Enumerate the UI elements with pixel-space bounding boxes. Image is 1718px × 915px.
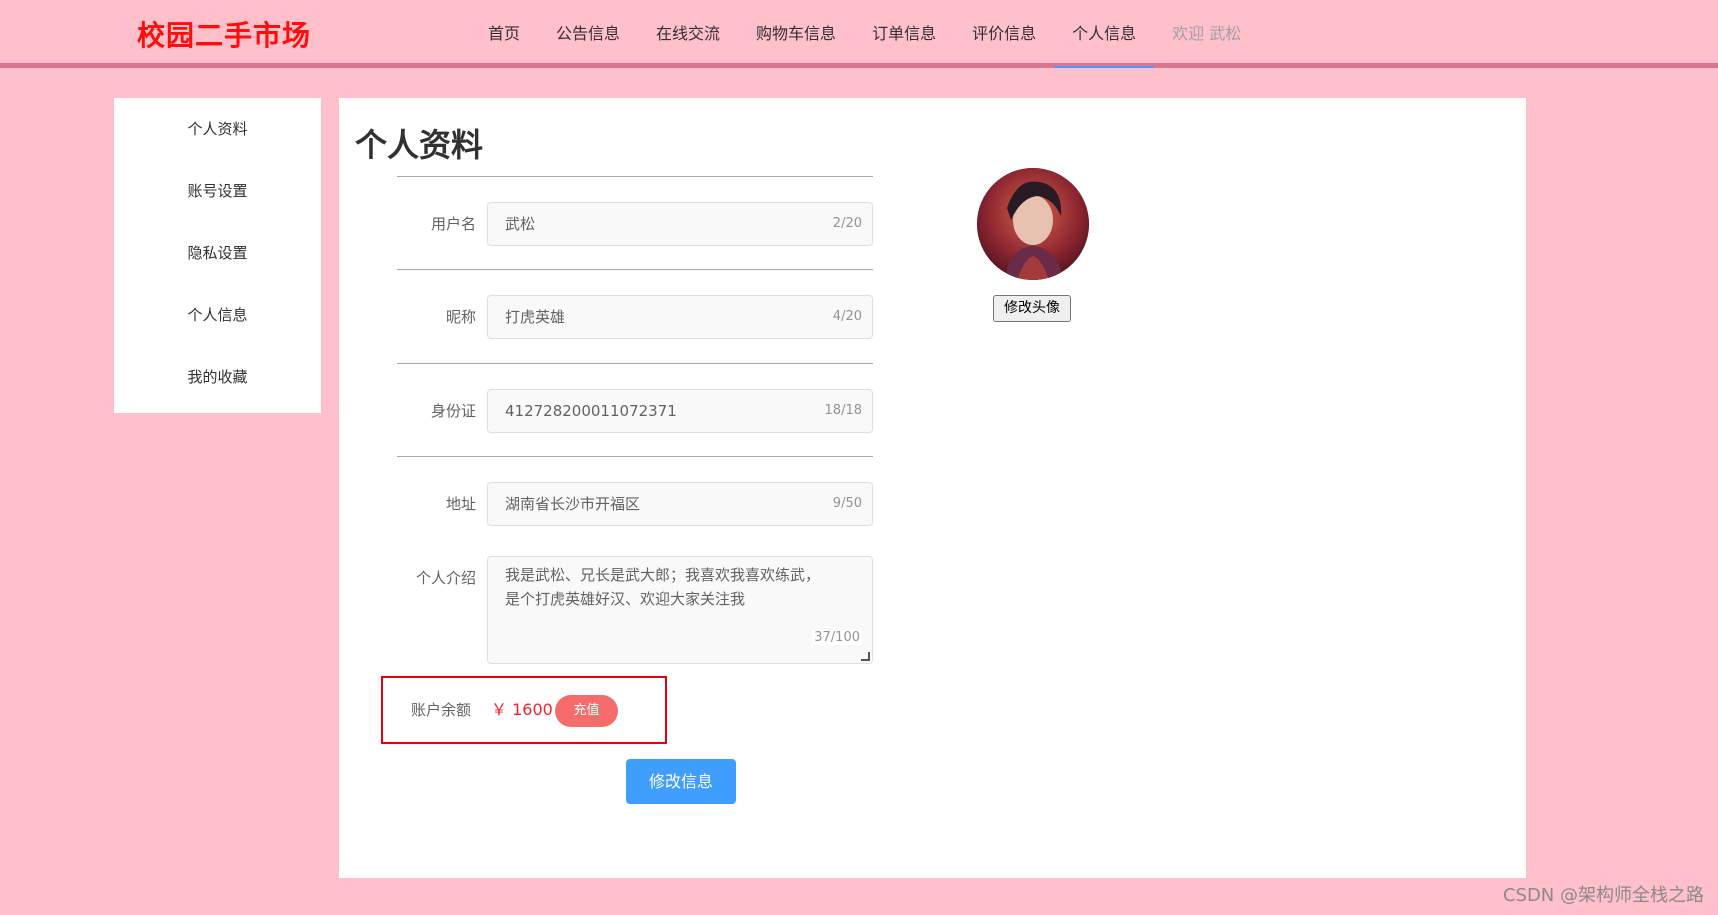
user-avatar	[977, 168, 1089, 280]
intro-char-count: 37/100	[812, 630, 862, 645]
intro-label: 个人介绍	[415, 569, 476, 587]
profile-sidebar: 个人资料 账号设置 隐私设置 个人信息 我的收藏	[114, 98, 321, 413]
address-label: 地址	[445, 495, 476, 513]
nav-personal-info[interactable]: 个人信息	[1054, 0, 1155, 68]
top-navigation-bar: 校园二手市场 首页 公告信息 在线交流 购物车信息 订单信息 评价信息 个人信息…	[0, 0, 1718, 68]
recharge-button[interactable]: 充值	[555, 695, 618, 727]
nav-reviews[interactable]: 评价信息	[954, 0, 1054, 68]
address-value: 湖南省长沙市开福区	[505, 495, 641, 513]
sidebar-item-privacy-settings[interactable]: 隐私设置	[114, 222, 321, 284]
balance-label: 账户余额	[411, 701, 472, 719]
site-brand[interactable]: 校园二手市场	[137, 14, 311, 54]
intro-textarea[interactable]: 我是武松、兄长是武大郎；我喜欢我喜欢练武， 是个打虎英雄好汉、欢迎大家关注我 3…	[487, 556, 873, 664]
divider	[397, 456, 873, 457]
nickname-row: 昵称 打虎英雄 4/20	[339, 295, 939, 339]
divider	[397, 176, 873, 177]
nickname-value: 打虎英雄	[505, 308, 566, 326]
username-value: 武松	[505, 215, 536, 233]
change-avatar-button[interactable]: 修改头像	[993, 295, 1071, 322]
nav-cart[interactable]: 购物车信息	[738, 0, 854, 68]
idcard-value: 412728200011072371	[505, 402, 677, 420]
nickname-char-count: 4/20	[832, 309, 862, 324]
sidebar-item-favorites[interactable]: 我的收藏	[114, 346, 321, 408]
profile-panel: 个人资料 用户名 武松 2/20 昵称 打虎英雄 4/20 身份证 412728…	[339, 98, 1526, 878]
main-nav: 首页 公告信息 在线交流 购物车信息 订单信息 评价信息 个人信息 欢迎 武松	[470, 0, 1259, 68]
intro-value: 我是武松、兄长是武大郎；我喜欢我喜欢练武， 是个打虎英雄好汉、欢迎大家关注我	[505, 566, 821, 608]
divider	[397, 363, 873, 364]
username-input[interactable]: 武松 2/20	[487, 202, 873, 246]
nickname-label: 昵称	[445, 308, 476, 326]
address-char-count: 9/50	[832, 496, 862, 511]
nickname-input[interactable]: 打虎英雄 4/20	[487, 295, 873, 339]
csdn-watermark: CSDN @架构师全栈之路	[1502, 885, 1704, 906]
nav-orders[interactable]: 订单信息	[854, 0, 954, 68]
resize-handle-icon[interactable]	[861, 652, 870, 661]
idcard-char-count: 18/18	[824, 403, 862, 418]
intro-row: 个人介绍 我是武松、兄长是武大郎；我喜欢我喜欢练武， 是个打虎英雄好汉、欢迎大家…	[339, 556, 939, 664]
username-label: 用户名	[430, 215, 476, 233]
nav-home[interactable]: 首页	[470, 0, 538, 68]
sidebar-item-account-settings[interactable]: 账号设置	[114, 160, 321, 222]
divider	[397, 269, 873, 270]
account-balance-section: 账户余额 ￥ 1600 充值	[381, 676, 667, 744]
username-char-count: 2/20	[832, 216, 862, 231]
nav-announcements[interactable]: 公告信息	[538, 0, 638, 68]
balance-value: ￥ 1600	[491, 700, 553, 719]
sidebar-item-personal-info[interactable]: 个人信息	[114, 284, 321, 346]
page-title: 个人资料	[355, 126, 484, 164]
nav-online-chat[interactable]: 在线交流	[638, 0, 738, 68]
sidebar-item-profile[interactable]: 个人资料	[114, 98, 321, 160]
address-input[interactable]: 湖南省长沙市开福区 9/50	[487, 482, 873, 526]
save-profile-button[interactable]: 修改信息	[626, 759, 736, 804]
avatar-portrait-icon	[977, 168, 1089, 280]
username-row: 用户名 武松 2/20	[339, 202, 939, 246]
welcome-user-text[interactable]: 欢迎 武松	[1154, 0, 1259, 68]
idcard-label: 身份证	[430, 402, 476, 420]
idcard-input[interactable]: 412728200011072371 18/18	[487, 389, 873, 433]
idcard-row: 身份证 412728200011072371 18/18	[339, 389, 939, 433]
address-row: 地址 湖南省长沙市开福区 9/50	[339, 482, 939, 526]
